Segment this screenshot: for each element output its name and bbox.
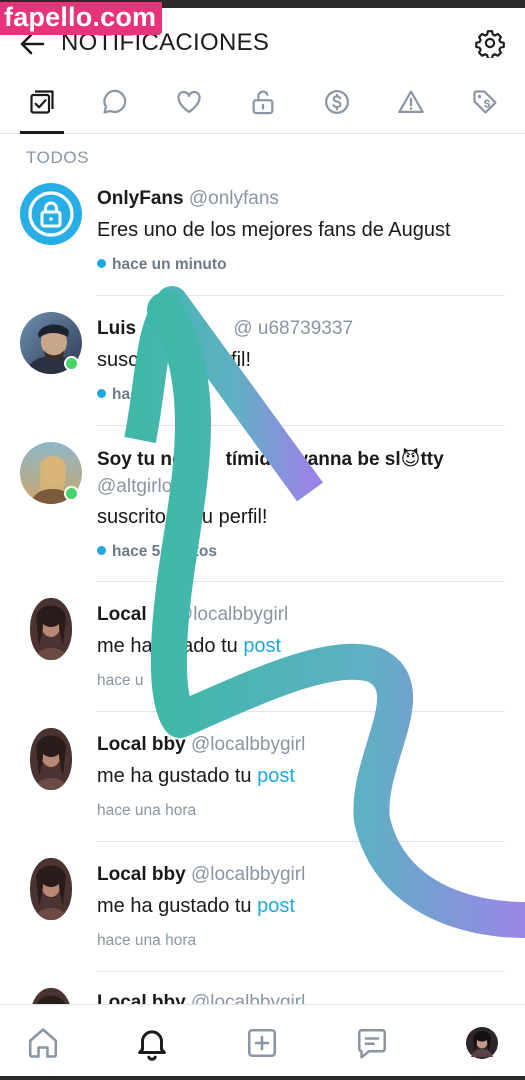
notification-message: me ha gustado tu post — [97, 895, 295, 917]
add-post-icon — [247, 1028, 277, 1058]
sender-name[interactable]: Local bby — [97, 864, 186, 885]
sender-name[interactable]: OnlyFans — [97, 188, 184, 209]
notification-time: hace una hora — [97, 802, 197, 819]
avatar[interactable] — [30, 858, 72, 920]
post-link[interactable]: post — [243, 635, 281, 657]
tab-promotions[interactable] — [463, 80, 507, 124]
home-icon — [28, 1028, 58, 1058]
online-indicator — [64, 486, 79, 501]
notification-time: hace un minuto — [97, 256, 227, 274]
notification-message: me ha stado tu post — [97, 635, 282, 657]
tab-subscriptions[interactable] — [241, 80, 285, 124]
sender-name[interactable]: Local bby — [97, 734, 186, 755]
sender-handle[interactable]: @localbbygirl — [191, 992, 305, 1004]
unread-dot — [97, 259, 106, 268]
sender-name[interactable]: Local — [97, 604, 147, 625]
user-photo — [30, 598, 72, 660]
sender-name[interactable]: Luis — [97, 318, 136, 339]
watermark: fapello.com — [0, 2, 163, 35]
sender-handle[interactable]: @localbbygirl — [191, 734, 305, 755]
notification-item[interactable]: Local bby @localbbygirl me ha gustado tu… — [0, 712, 525, 842]
user-photo — [30, 988, 72, 1004]
tab-comments[interactable] — [93, 80, 137, 124]
sender-name[interactable]: Soy tu no tímid wanna be sl😈tty — [97, 449, 444, 470]
avatar[interactable] — [30, 988, 72, 1004]
profile-avatar — [466, 1027, 498, 1059]
user-photo — [30, 858, 72, 920]
section-label: TODOS — [26, 148, 90, 167]
notification-item[interactable]: OnlyFans @onlyfans Eres uno de los mejor… — [0, 180, 525, 296]
notification-message: suscrito su perfil! — [97, 506, 268, 528]
notification-item[interactable]: Local bby @localbbygirl — [0, 972, 525, 1004]
nav-home[interactable] — [23, 1023, 63, 1063]
sender-handle[interactable]: @onlyfans — [189, 188, 279, 209]
notification-item[interactable]: Local bby @localbbygirl me ha gustado tu… — [0, 842, 525, 972]
checkbox-stack-icon — [30, 90, 54, 114]
tab-tips[interactable] — [315, 80, 359, 124]
notification-item[interactable]: Local @localbbygirl me ha stado tu post h… — [0, 582, 525, 712]
sender-name[interactable]: Local bby — [97, 992, 186, 1004]
sender-handle[interactable]: @localbbygirl — [191, 864, 305, 885]
notification-message: susc perfil! — [97, 349, 252, 371]
warning-icon — [398, 90, 424, 114]
tab-warnings[interactable] — [389, 80, 433, 124]
gear-icon — [475, 30, 505, 60]
post-link[interactable]: post — [257, 765, 295, 787]
nav-add-post[interactable] — [242, 1023, 282, 1063]
notification-message: me ha gustado tu post — [97, 765, 295, 787]
unlock-icon — [252, 90, 274, 115]
notification-item[interactable]: Soy tu no tímid wanna be sl😈tty @altgirlol… — [0, 426, 525, 582]
post-link[interactable]: post — [257, 895, 295, 917]
user-photo — [30, 728, 72, 790]
tab-likes[interactable] — [167, 80, 211, 124]
avatar[interactable] — [30, 598, 72, 660]
online-indicator — [64, 356, 79, 371]
unread-dot — [97, 389, 106, 398]
arrow-left-icon — [20, 33, 45, 55]
notification-item[interactable]: Luis @ u68739337 susc perfil! hace — [0, 296, 525, 426]
notification-message: Eres uno de los mejores fans de August — [97, 219, 451, 241]
unread-dot — [97, 546, 106, 555]
notification-time: hace una hora — [97, 932, 197, 949]
sender-handle[interactable]: @altgirlol — [97, 476, 176, 497]
onlyfans-avatar[interactable] — [20, 183, 82, 245]
notification-tabs — [0, 72, 525, 134]
sender-handle[interactable]: @localbbygirl — [174, 604, 288, 625]
notification-time: hace u — [97, 672, 144, 689]
nav-profile[interactable] — [462, 1023, 502, 1063]
avatar[interactable] — [30, 728, 72, 790]
nav-bar-edge — [0, 1076, 525, 1080]
messages-icon — [357, 1028, 387, 1059]
bell-icon — [138, 1030, 166, 1061]
nav-messages[interactable] — [352, 1023, 392, 1063]
notification-time: hace 5 utos — [97, 543, 217, 561]
tag-dollar-icon — [473, 90, 497, 114]
lock-icon — [28, 191, 74, 237]
dollar-coin-icon — [325, 90, 349, 114]
devil-emoji: 😈 — [400, 449, 421, 470]
sender-handle[interactable]: @ u68739337 — [233, 318, 353, 339]
notification-time: hace — [97, 386, 147, 404]
nav-notifications[interactable] — [132, 1023, 172, 1063]
settings-button[interactable] — [475, 28, 505, 60]
heart-icon — [177, 90, 201, 114]
chat-bubble-icon — [103, 89, 127, 114]
bottom-nav — [0, 1004, 525, 1076]
tab-all[interactable] — [20, 80, 64, 134]
